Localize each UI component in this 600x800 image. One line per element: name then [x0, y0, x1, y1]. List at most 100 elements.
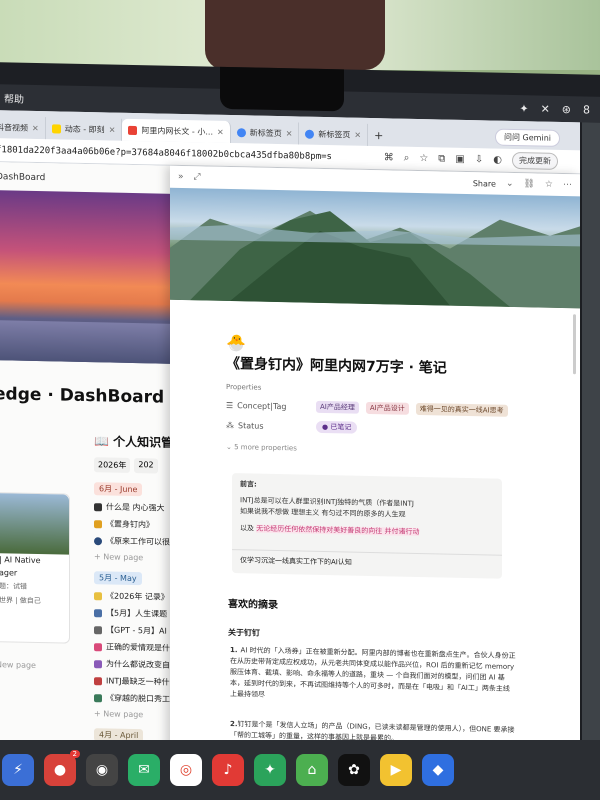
chrome-icon: [236, 127, 246, 137]
xiaohongshu-icon: [128, 125, 138, 135]
star-icon[interactable]: ☆: [545, 180, 553, 190]
card-line: 世界 | 做自己: [0, 596, 41, 606]
new-tab-button[interactable]: +: [368, 124, 389, 146]
month-group-may[interactable]: 5月 - May: [94, 571, 142, 586]
properties-label: Properties: [226, 382, 262, 392]
page-icon[interactable]: 🐣: [226, 333, 246, 352]
page-title[interactable]: 《置身钉内》阿里内网7万字 · 笔记: [226, 353, 447, 378]
subsection-heading: 关于钉钉: [228, 627, 260, 638]
article-peek: » ⤢ Share ⌄ ⛓ ☆ ⋯ 🐣 《置身钉内》阿里内网7万字 · 笔记 P…: [170, 165, 580, 800]
background-window: [582, 122, 600, 800]
dashboard-cover-image: [0, 190, 190, 365]
link-icon[interactable]: ⛓: [523, 179, 534, 189]
sidebar-icon[interactable]: ▣: [455, 154, 464, 165]
tab-douyin[interactable]: 抖音视频 ✕: [0, 116, 46, 140]
callout-highlight-line: 以及 无论经历任何依然保持对美好善良的向往 并付诸行动: [240, 524, 420, 536]
launcher-icon[interactable]: ⚡: [2, 754, 34, 786]
dashboard-breadcrumb[interactable]: DashBoard: [0, 172, 45, 183]
tag-pill[interactable]: AI产品设计: [365, 401, 409, 415]
bookmark-star-icon[interactable]: ☆: [419, 153, 428, 164]
tab-label: 新标签页: [249, 127, 282, 138]
scrollbar[interactable]: [573, 314, 576, 375]
property-status[interactable]: ⁂ Status ● 已笔记: [226, 419, 360, 434]
tag-pill[interactable]: AI产品经理: [316, 400, 359, 414]
person-silhouette: [205, 0, 385, 70]
chevron-down-icon[interactable]: ⌄: [506, 179, 514, 189]
close-icon[interactable]: ✕: [286, 129, 293, 138]
share-button[interactable]: Share: [473, 179, 496, 188]
new-page-link[interactable]: New page: [0, 660, 36, 670]
tab-label: 动态 - 即刻: [64, 124, 105, 134]
grey-app-icon[interactable]: ◉: [86, 754, 118, 786]
tab-jike[interactable]: 动态 - 即刻 ✕: [45, 117, 123, 141]
numbered-item: 1. AI 时代的「入场券」正在被重新分配。阿里内部的博者也在重新盘点生产。合伙人…: [230, 646, 516, 699]
red-app-icon[interactable]: ● 2: [44, 750, 80, 786]
mountain-illustration: [170, 210, 580, 309]
download-icon[interactable]: ⇩: [475, 154, 483, 165]
chrome-icon: [305, 129, 315, 139]
menubar-status: ✦ ✕ ⊛ 8: [519, 102, 590, 116]
more-icon[interactable]: ⋯: [563, 180, 572, 190]
tab-article[interactable]: 阿里内网长文 - 小... ✕: [122, 118, 231, 144]
tab-newtab-1[interactable]: 新标签页 ✕: [230, 121, 300, 145]
netease-music-icon[interactable]: ♪: [212, 754, 244, 786]
dashboard-pane: DashBoard edge · DashBoard | AI Native a…: [0, 162, 190, 800]
expand-icon[interactable]: ⤢: [194, 172, 201, 182]
callout-heading: 前言:: [240, 480, 257, 489]
address-icons: ⌘ ⌕ ☆ ⧉ ▣ ⇩ ◐ 完成更新: [384, 149, 558, 170]
kb-tab-2026[interactable]: 2026年: [94, 457, 131, 473]
month-group-june[interactable]: 6月 - June: [94, 482, 143, 497]
close-icon[interactable]: ✕: [32, 123, 39, 132]
camera-notch: [220, 66, 344, 112]
dashboard-heading: edge · DashBoard: [0, 384, 165, 408]
book-icon: 📖: [94, 434, 114, 449]
gemini-button[interactable]: 问问 Gemini: [495, 128, 560, 147]
extension-icon[interactable]: ⧉: [438, 153, 445, 164]
kb-tab-202[interactable]: 202: [134, 458, 158, 474]
url-text[interactable]: f1801da220f3aa4a06b06e?p=37684a8046f1800…: [0, 145, 332, 162]
jike-icon: [51, 123, 61, 133]
home-app-icon[interactable]: ⌂: [296, 754, 328, 786]
battery-label: 8: [583, 102, 590, 117]
status-badge[interactable]: ● 已笔记: [316, 420, 358, 434]
property-key: ⁂ Status: [226, 420, 264, 431]
property-key: ☰ Concept|Tag: [226, 400, 287, 411]
tab-label: 新标签页: [318, 129, 351, 140]
blue-app-icon[interactable]: ◆: [422, 754, 454, 786]
browser-window: 抖音视频 ✕ 动态 - 即刻 ✕ 阿里内网长文 - 小... ✕ 新标签页 ✕ …: [0, 110, 580, 800]
card-line: 题：试错: [0, 582, 27, 591]
profile-card[interactable]: | AI Native ager 题：试错 世界 | 做自己: [0, 492, 70, 644]
collapse-icon[interactable]: »: [178, 172, 184, 182]
wechat-icon[interactable]: ✉: [128, 754, 160, 786]
tag-pill[interactable]: 难得一见的真实一线AI思考: [415, 402, 508, 417]
close-icon[interactable]: ✕: [109, 125, 116, 134]
close-icon[interactable]: ✕: [354, 130, 361, 139]
tab-newtab-2[interactable]: 新标签页 ✕: [299, 122, 369, 146]
profile-photo: [0, 493, 69, 555]
close-icon[interactable]: ✕: [217, 127, 224, 136]
close-icon[interactable]: ✕: [541, 102, 550, 115]
dock: ⚡ ● 2 ◉ ✉ ◎ ♪ ✦ ⌂ ✿ ▶ ◆: [0, 740, 600, 800]
update-button[interactable]: 完成更新: [512, 151, 558, 170]
chrome-icon[interactable]: ◎: [170, 754, 202, 786]
section-heading: 喜欢的摘录: [228, 598, 278, 612]
notion-page: DashBoard edge · DashBoard | AI Native a…: [0, 162, 580, 800]
laptop-screen: 帮助 ✦ ✕ ⊛ 8 抖音视频 ✕ 动态 - 即刻 ✕ 阿里内网长文 - 小..…: [0, 62, 600, 800]
tab-label: 抖音视频: [0, 122, 28, 133]
green-app-icon[interactable]: ✦: [254, 754, 286, 786]
menubar-help[interactable]: 帮助: [4, 90, 24, 105]
more-properties-toggle[interactable]: ⌄ 5 more properties: [226, 443, 297, 452]
chatgpt-icon[interactable]: ✿: [338, 754, 370, 786]
property-concept-tag[interactable]: ☰ Concept|Tag AI产品经理 AI产品设计 难得一见的真实一线AI思考: [226, 399, 511, 417]
zoom-icon[interactable]: ⌕: [404, 153, 410, 164]
tab-label: 阿里内网长文 - 小...: [141, 125, 213, 137]
video-app-icon[interactable]: ▶: [380, 754, 412, 786]
sparkle-icon[interactable]: ✦: [519, 102, 528, 115]
status-icon: ⁂: [226, 420, 234, 430]
wechat-icon[interactable]: ⊛: [562, 102, 571, 115]
list-icon: ☰: [226, 400, 234, 410]
peek-actions: Share ⌄ ⛓ ☆ ⋯: [473, 178, 572, 191]
profile-icon[interactable]: ◐: [493, 155, 502, 166]
article-cover-image: [170, 187, 580, 309]
translate-icon[interactable]: ⌘: [384, 152, 394, 163]
